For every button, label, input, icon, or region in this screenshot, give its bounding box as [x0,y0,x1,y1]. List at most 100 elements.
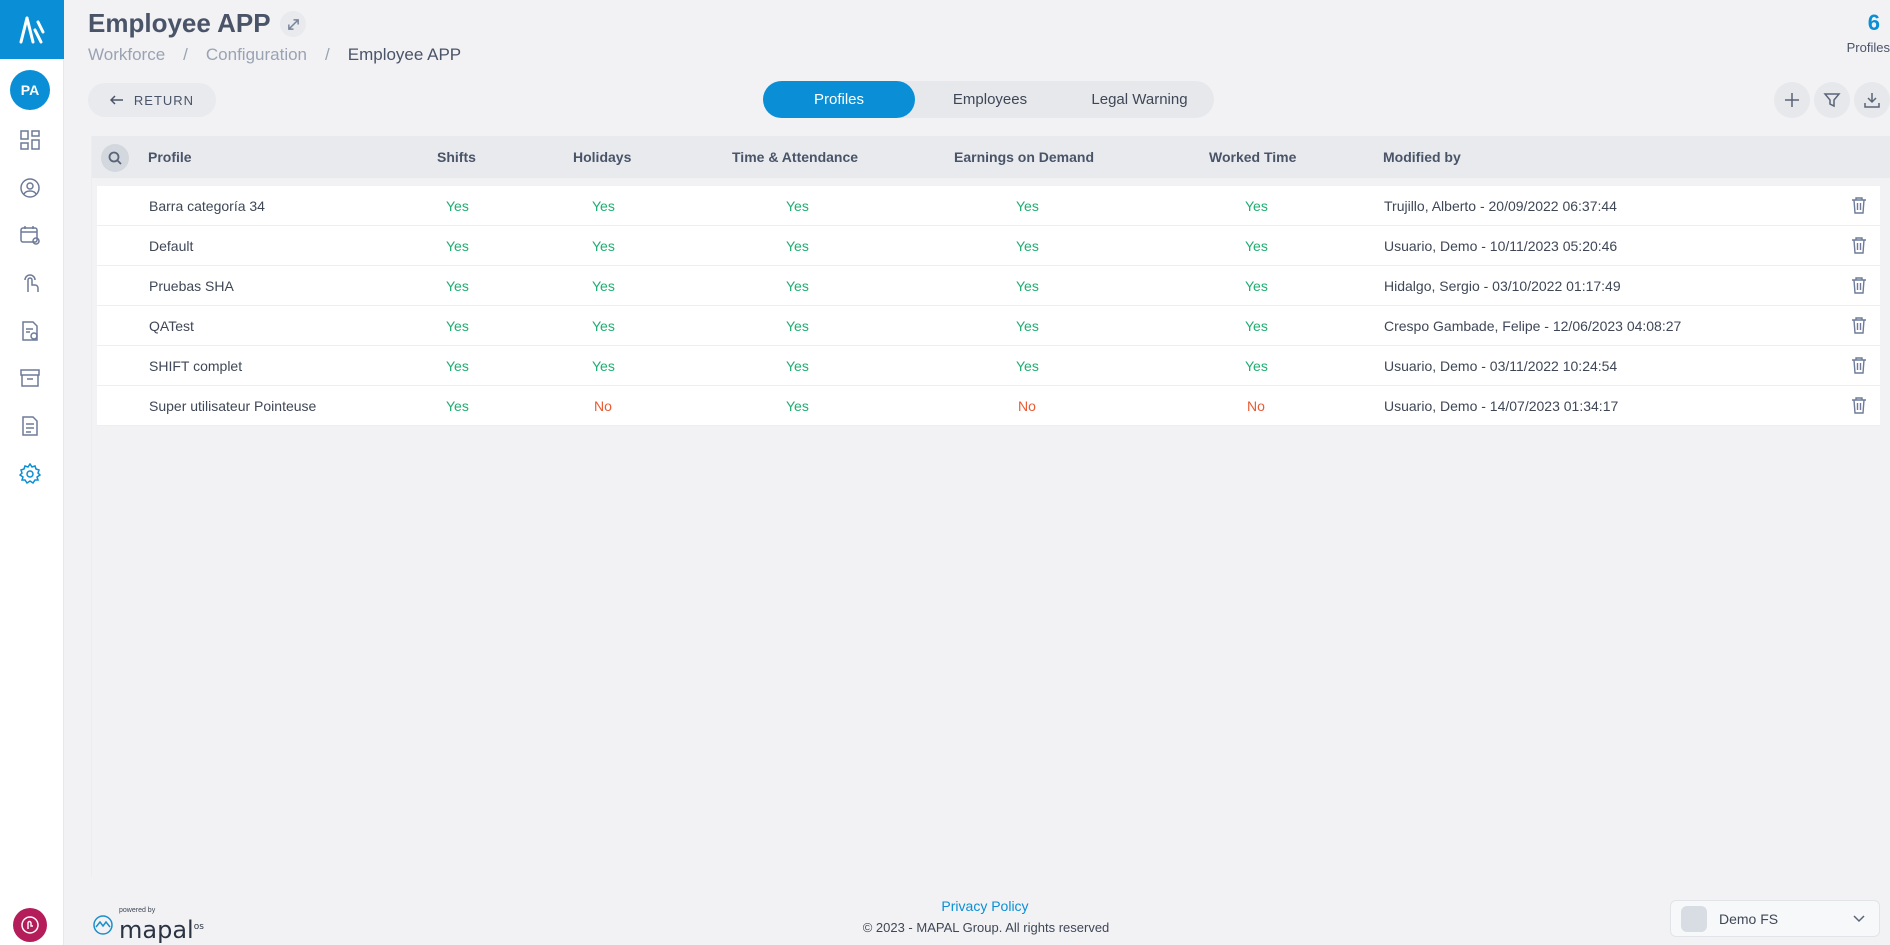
delete-button[interactable] [1851,396,1869,414]
powered-by-text: powered by [119,907,156,914]
filter-icon [1823,93,1841,108]
avatar[interactable]: PA [10,70,50,110]
cell-modified-by: Crespo Gambade, Felipe - 12/06/2023 04:0… [1384,318,1682,334]
cell-earnings: Yes [1016,358,1039,374]
cell-worked-time: No [1247,398,1265,414]
download-icon [1864,93,1880,108]
column-header-profile[interactable]: Profile [148,149,192,165]
chevron-down-icon [1853,914,1865,922]
privacy-policy-link[interactable]: Privacy Policy [900,898,1070,914]
sidebar: PA [0,0,64,945]
profiles-count-label: Profiles [1846,40,1890,55]
tab-employees[interactable]: Employees [915,81,1065,118]
return-label: RETURN [133,92,195,108]
cell-modified-by: Usuario, Demo - 14/07/2023 01:34:17 [1384,398,1619,414]
delete-button[interactable] [1851,356,1869,374]
cell-modified-by: Usuario, Demo - 10/11/2023 05:20:46 [1384,238,1618,254]
cell-profile: Default [149,238,194,254]
help-badge-icon[interactable] [13,908,47,942]
table-row[interactable]: Barra categoría 34 Yes Yes Yes Yes Yes T… [97,186,1880,226]
delete-button[interactable] [1851,316,1869,334]
return-button[interactable]: RETURN [88,83,216,117]
cell-worked-time: Yes [1245,318,1268,334]
trash-icon [1852,317,1866,334]
table-row[interactable]: Default Yes Yes Yes Yes Yes Usuario, Dem… [97,226,1880,266]
delete-button[interactable] [1851,236,1869,254]
cell-shifts: Yes [446,278,469,294]
powered-by-logo: powered by mapalos [92,906,204,944]
add-button[interactable] [1774,82,1810,118]
organization-icon [1681,905,1707,932]
cell-earnings: Yes [1016,318,1039,334]
copyright: © 2023 - MAPAL Group. All rights reserve… [862,920,1110,935]
table-row[interactable]: QATest Yes Yes Yes Yes Yes Crespo Gambad… [97,306,1880,346]
column-header-earnings-on-demand[interactable]: Earnings on Demand [954,149,1094,165]
profiles-count: 6 [1867,10,1880,35]
cell-profile: Barra categoría 34 [149,198,265,214]
tab-profiles[interactable]: Profiles [763,81,915,118]
breadcrumb-separator: / [325,45,330,64]
cell-profile: SHIFT complet [149,358,243,374]
cell-time-attendance: Yes [786,398,809,414]
table-row[interactable]: Pruebas SHA Yes Yes Yes Yes Yes Hidalgo,… [97,266,1880,306]
trash-icon [1852,197,1866,214]
dashboard-icon[interactable] [17,127,43,153]
cell-shifts: Yes [446,198,469,214]
filter-button[interactable] [1814,82,1850,118]
expand-icon[interactable] [280,11,306,37]
app-logo[interactable] [0,0,64,59]
breadcrumb-workforce[interactable]: Workforce [88,45,165,65]
touch-icon[interactable] [17,270,43,296]
table-row[interactable]: SHIFT complet Yes Yes Yes Yes Yes Usuari… [97,346,1880,386]
settings-icon[interactable] [17,461,43,487]
delete-button[interactable] [1851,276,1869,294]
breadcrumb: Workforce / Configuration / Employee APP [88,45,461,65]
cell-time-attendance: Yes [786,278,809,294]
user-icon[interactable] [17,175,43,201]
breadcrumb-separator: / [183,45,188,64]
cell-shifts: Yes [446,358,469,374]
table-row[interactable]: Super utilisateur Pointeuse Yes No Yes N… [97,386,1880,426]
trash-icon [1852,357,1866,374]
search-icon [108,151,122,165]
cell-time-attendance: Yes [786,198,809,214]
tab-bar: Profiles Employees Legal Warning [763,81,1214,118]
cell-holidays: Yes [592,318,615,334]
report-icon[interactable] [17,413,43,439]
cell-modified-by: Trujillo, Alberto - 20/09/2022 06:37:44 [1384,198,1617,214]
trash-icon [1852,237,1866,254]
profiles-table: Profile Shifts Holidays Time & Attendanc… [91,136,1890,876]
cell-holidays: Yes [592,238,615,254]
cell-worked-time: Yes [1245,238,1268,254]
cell-shifts: Yes [446,238,469,254]
cell-worked-time: Yes [1245,198,1268,214]
brand-text: mapal [119,916,194,944]
cell-time-attendance: Yes [786,358,809,374]
delete-button[interactable] [1851,196,1869,214]
cell-time-attendance: Yes [786,238,809,254]
column-header-holidays[interactable]: Holidays [573,149,631,165]
column-header-shifts[interactable]: Shifts [437,149,476,165]
table-search-button[interactable] [101,144,129,172]
organization-label: Demo FS [1719,910,1779,927]
cell-worked-time: Yes [1245,358,1268,374]
column-header-modified-by[interactable]: Modified by [1383,149,1461,165]
column-header-time-attendance[interactable]: Time & Attendance [732,149,858,165]
profiles-counter: 6 Profiles [1830,10,1890,55]
calendar-icon[interactable] [17,222,43,248]
cell-holidays: Yes [592,278,615,294]
column-header-worked-time[interactable]: Worked Time [1209,149,1296,165]
cell-holidays: Yes [592,198,615,214]
cell-earnings: Yes [1016,238,1039,254]
document-clock-icon[interactable] [17,318,43,344]
cell-profile: Super utilisateur Pointeuse [149,398,317,414]
organization-select[interactable]: Demo FS [1670,900,1880,937]
breadcrumb-configuration[interactable]: Configuration [206,45,307,65]
brand-name: mapalos [119,916,204,944]
download-button[interactable] [1854,82,1890,118]
archive-icon[interactable] [17,365,43,391]
tab-legal-warning[interactable]: Legal Warning [1065,81,1214,118]
cell-shifts: Yes [446,398,469,414]
cell-profile: QATest [149,318,194,334]
table-header: Profile Shifts Holidays Time & Attendanc… [92,136,1890,178]
